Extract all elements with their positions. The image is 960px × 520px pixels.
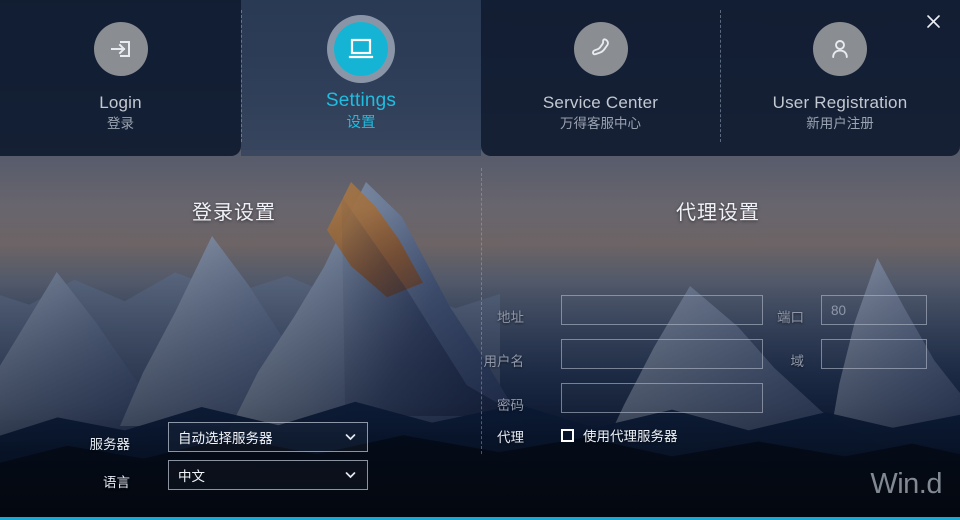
app-window: Login 登录 Settings 设置 Service Center 万得客服…	[0, 0, 960, 520]
password-label: 密码	[497, 398, 524, 413]
username-label: 用户名	[483, 354, 525, 369]
phone-icon	[573, 22, 628, 76]
language-select-value: 中文	[178, 469, 205, 484]
domain-input[interactable]	[821, 339, 927, 369]
tab-user-registration-sublabel: 新用户注册	[806, 115, 874, 131]
domain-label: 域	[790, 354, 805, 369]
server-select-value: 自动选择服务器	[178, 431, 273, 446]
watermark: Win.d	[870, 468, 942, 500]
use-proxy-checkbox[interactable]	[561, 428, 574, 442]
user-icon	[813, 22, 867, 76]
tab-divider-1	[241, 10, 242, 142]
sign-in-icon	[93, 22, 148, 76]
tab-user-registration-label: User Registration	[772, 93, 908, 112]
language-select[interactable]: 中文	[168, 460, 368, 490]
proxy-label: 代理	[497, 430, 524, 445]
top-tab-bar: Login 登录 Settings 设置 Service Center 万得客服…	[0, 0, 960, 156]
port-label: 端口	[777, 310, 804, 325]
tab-group-right: Service Center 万得客服中心 User Registration …	[481, 0, 960, 156]
language-label: 语言	[103, 475, 130, 490]
use-proxy-checkbox-row[interactable]: 使用代理服务器	[561, 425, 678, 445]
use-proxy-checkbox-label: 使用代理服务器	[583, 429, 678, 444]
address-input[interactable]	[561, 295, 763, 325]
close-button[interactable]	[920, 8, 946, 34]
port-input[interactable]: 80	[821, 295, 927, 325]
tab-settings[interactable]: Settings 设置	[241, 0, 481, 156]
proxy-settings-title: 代理设置	[676, 202, 760, 224]
tab-service-center[interactable]: Service Center 万得客服中心	[481, 0, 720, 156]
tab-service-center-sublabel: 万得客服中心	[560, 115, 641, 131]
tab-service-center-label: Service Center	[542, 93, 659, 112]
tab-login-sublabel: 登录	[107, 115, 134, 131]
tab-settings-label: Settings	[325, 90, 397, 111]
port-input-placeholder: 80	[831, 302, 847, 318]
tab-settings-sublabel: 设置	[346, 114, 376, 131]
settings-content: 登录设置 服务器 自动选择服务器 语言 中文 登 录 代理设置 代理 使用代理服…	[0, 156, 960, 517]
server-label: 服务器	[89, 437, 131, 452]
monitor-icon	[334, 22, 388, 76]
username-input[interactable]	[561, 339, 763, 369]
server-select[interactable]: 自动选择服务器	[168, 422, 368, 452]
address-label: 地址	[497, 310, 524, 325]
chevron-down-icon	[345, 434, 356, 441]
close-icon	[926, 14, 940, 28]
chevron-down-icon	[345, 472, 356, 479]
login-settings-title: 登录设置	[192, 202, 276, 224]
password-input[interactable]	[561, 383, 763, 413]
tab-login-label: Login	[99, 93, 142, 112]
tab-login[interactable]: Login 登录	[0, 0, 241, 156]
